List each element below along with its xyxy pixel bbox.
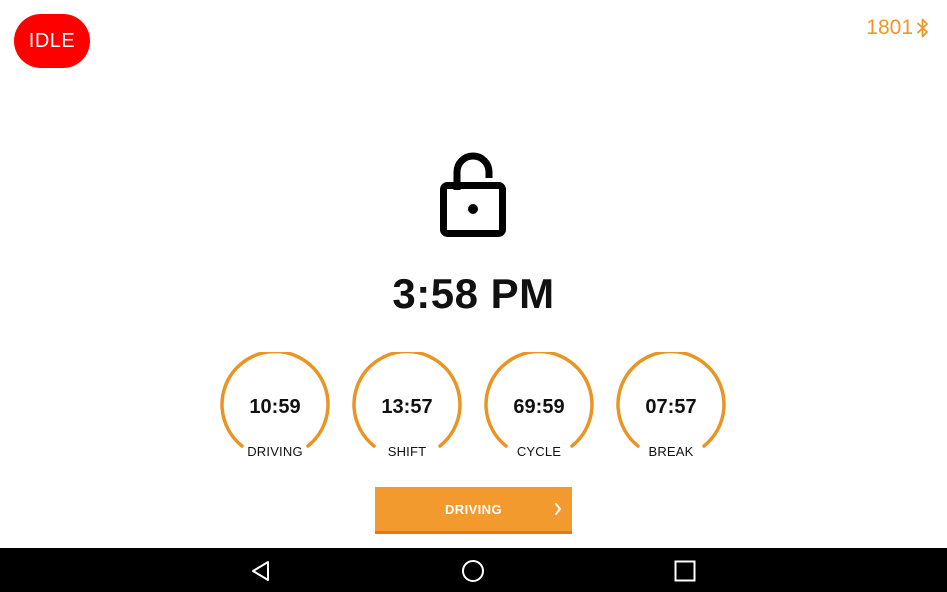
timer-cycle[interactable]: 69:59 CYCLE <box>484 352 594 462</box>
timer-label: BREAK <box>648 444 694 459</box>
hos-screen: IDLE 1801 3:58 PM 10:59 DRIVING 13:57 SH… <box>0 0 947 592</box>
duty-status-badge[interactable]: IDLE <box>14 14 90 68</box>
duty-status-label: IDLE <box>28 29 76 52</box>
home-circle-icon[interactable] <box>460 558 486 584</box>
timer-label: CYCLE <box>516 444 562 459</box>
timer-label: DRIVING <box>247 444 303 459</box>
unlocked-padlock-icon[interactable] <box>439 150 507 238</box>
timer-shift[interactable]: 13:57 SHIFT <box>352 352 462 462</box>
driving-status-button[interactable]: DRIVING <box>375 487 572 534</box>
timer-value: 69:59 <box>513 396 565 418</box>
chevron-right-icon <box>553 501 563 517</box>
timer-value: 13:57 <box>381 396 433 418</box>
timer-label: SHIFT <box>387 444 427 459</box>
timer-value: 07:57 <box>645 396 697 418</box>
timer-driving[interactable]: 10:59 DRIVING <box>220 352 330 462</box>
back-triangle-icon[interactable] <box>248 558 274 584</box>
timer-value: 10:59 <box>249 396 301 418</box>
recents-square-icon[interactable] <box>672 558 698 584</box>
device-connection[interactable]: 1801 <box>866 16 929 40</box>
unit-number: 1801 <box>866 16 913 39</box>
bluetooth-icon <box>917 18 929 38</box>
driving-status-button-label: DRIVING <box>445 501 502 517</box>
system-navigation-bar <box>0 548 947 592</box>
current-time: 3:58 PM <box>392 270 555 317</box>
timer-break[interactable]: 07:57 BREAK <box>616 352 726 462</box>
